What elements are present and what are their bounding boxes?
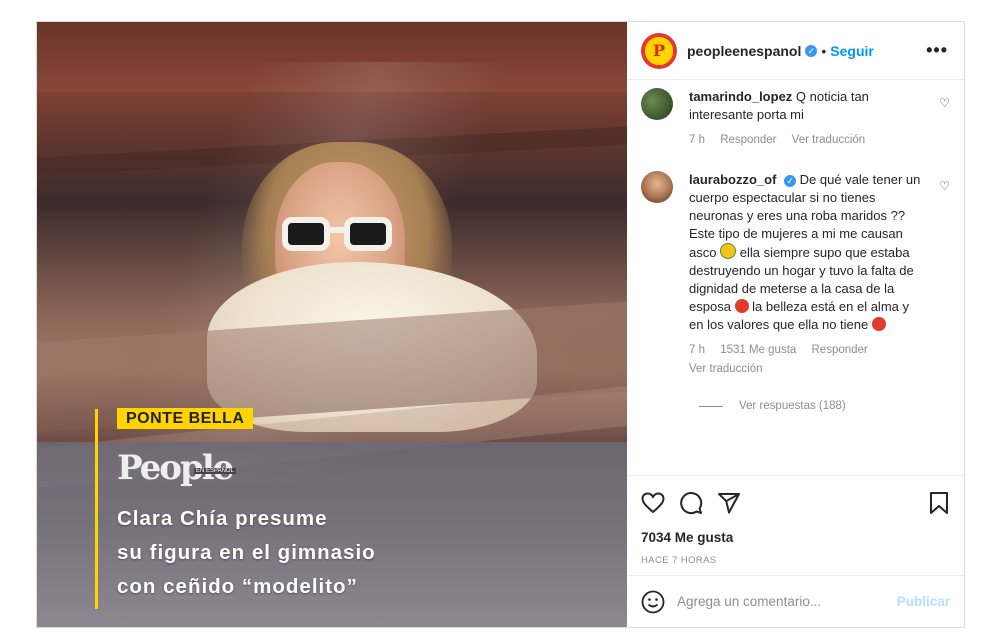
username[interactable]: peopleenespanol [687, 43, 801, 59]
sunglasses [282, 217, 397, 255]
comment-time[interactable]: 7 h [689, 344, 705, 356]
reply-button[interactable]: Responder [720, 134, 776, 146]
comment-username[interactable]: tamarindo_lopez [689, 89, 792, 104]
replies-line [699, 405, 723, 407]
action-icons [641, 488, 950, 518]
verified-badge-icon: ✓ [805, 44, 818, 57]
like-heart-icon[interactable] [641, 491, 665, 515]
likes-count[interactable]: 7034 Me gusta [641, 530, 950, 545]
comment-item: tamarindo_lopez Q noticia tan interesant… [641, 88, 950, 149]
comment-avatar[interactable] [641, 171, 673, 203]
comment-icon[interactable] [679, 491, 703, 515]
share-icon[interactable] [717, 491, 741, 515]
emoji-smile-icon[interactable] [641, 590, 665, 614]
comment-username[interactable]: laurabozzo_of [689, 172, 776, 187]
nauseated-emoji-icon [720, 243, 737, 259]
angry-emoji-icon [871, 317, 886, 331]
view-replies-label[interactable]: Ver respuestas (188) [739, 400, 846, 412]
post-header: P peopleenespanol ✓ • Seguir ••• [627, 22, 964, 80]
follow-button[interactable]: Seguir [830, 43, 874, 59]
comment-meta: 7 h 1531 Me gusta Responder [689, 341, 921, 359]
comment-item: laurabozzo_of ✓ De qué vale tener un cue… [641, 171, 950, 378]
separator-dot: • [821, 42, 827, 59]
instagram-post: PONTE BELLA People EN ESPAÑOL Clara Chía… [36, 21, 965, 628]
comments-list[interactable]: tamarindo_lopez Q noticia tan interesant… [627, 80, 964, 475]
headline-line-1: Clara Chía presume [117, 507, 328, 530]
ponte-bella-tag: PONTE BELLA [117, 408, 254, 429]
headline-line-3: con ceñido “modelito” [117, 575, 358, 598]
avatar[interactable]: P [641, 32, 677, 69]
comment-likes[interactable]: 1531 Me gusta [720, 344, 796, 356]
view-replies[interactable]: Ver respuestas (188) [699, 400, 950, 412]
post-timestamp: HACE 7 HORAS [641, 555, 717, 566]
angry-emoji-icon [734, 299, 749, 313]
bookmark-icon[interactable] [928, 491, 950, 515]
translate-button[interactable]: Ver traducción [792, 134, 866, 146]
headline-line-2: su figura en el gimnasio [117, 541, 376, 564]
add-comment-bar: Agrega un comentario... Publicar [627, 575, 964, 627]
publish-button[interactable]: Publicar [897, 594, 950, 609]
verified-badge-icon: ✓ [784, 174, 797, 187]
comment-like-heart-icon[interactable]: ♡ [939, 96, 950, 110]
post-actions: 7034 Me gusta HACE 7 HORAS [627, 475, 964, 575]
more-options-icon[interactable]: ••• [926, 40, 948, 61]
post-panel: P peopleenespanol ✓ • Seguir ••• tamarin… [627, 22, 964, 627]
comment-avatar[interactable] [641, 88, 673, 120]
post-image[interactable]: PONTE BELLA People EN ESPAÑOL Clara Chía… [37, 22, 627, 627]
translate-button[interactable]: Ver traducción [689, 363, 763, 375]
comment-input[interactable]: Agrega un comentario... [677, 594, 897, 609]
accent-line [95, 409, 98, 609]
people-logo-sub: EN ESPAÑOL [194, 468, 236, 474]
headline: Clara Chía presume su figura en el gimna… [117, 502, 537, 604]
comment-time[interactable]: 7 h [689, 134, 705, 146]
comment-like-heart-icon[interactable]: ♡ [939, 179, 950, 193]
reply-button[interactable]: Responder [812, 344, 868, 356]
comment-meta: 7 h Responder Ver traducción [689, 131, 921, 149]
